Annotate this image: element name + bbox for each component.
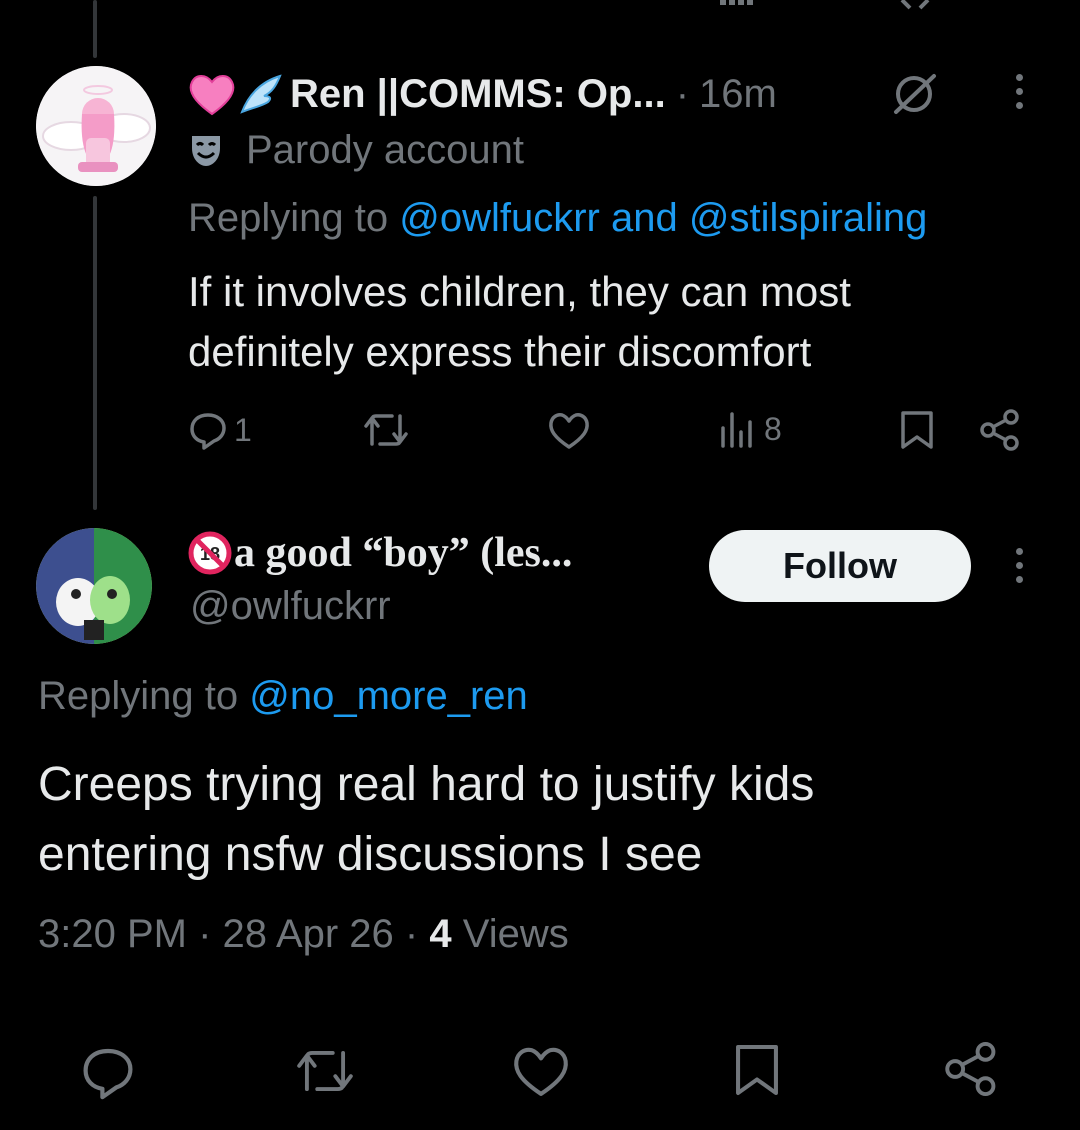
share-icon [980, 409, 1019, 451]
timestamp[interactable]: 16m [699, 72, 777, 117]
reply-action[interactable] [80, 1044, 136, 1100]
views-action[interactable]: 8 [718, 410, 782, 448]
tweet-time[interactable]: 3:20 PM [38, 912, 187, 956]
retweet-icon [364, 414, 408, 446]
views-label: Views [462, 912, 569, 956]
heart-icon [514, 1047, 568, 1096]
retweet-icon [297, 1050, 353, 1092]
mention-owlfuckrr[interactable]: @owlfuckrr [399, 196, 600, 240]
views-count: 4 [429, 912, 452, 956]
no-under-18-icon: 18 [188, 531, 232, 575]
replying-prefix: Replying to [38, 674, 239, 718]
tweet-text-line: entering nsfw discussions I see [38, 828, 703, 881]
views-icon [721, 412, 752, 448]
like-action[interactable] [548, 412, 590, 450]
mask-icon [192, 136, 220, 166]
display-name[interactable]: a good “boy” (les... [234, 529, 572, 577]
bookmark-action[interactable] [900, 410, 934, 450]
mention-and: and [611, 196, 678, 240]
separator: · [404, 912, 419, 956]
bookmark-action[interactable] [734, 1042, 780, 1098]
top-partial-icon [900, 0, 930, 10]
share-icon [945, 1041, 996, 1097]
author-line: Ren ||COMMS: Op... · 16m [188, 68, 777, 120]
reply-count: 1 [234, 411, 252, 448]
thread-line-top [93, 0, 97, 58]
parody-label: Parody account [246, 127, 524, 172]
replying-to-line: Replying to @owlfuckrr and @stilspiralin… [188, 196, 927, 241]
tweet-text-line: Creeps trying real hard to justify kids [38, 758, 815, 811]
like-action[interactable] [512, 1046, 570, 1098]
retweet-action[interactable] [362, 412, 410, 448]
avatar[interactable] [36, 66, 156, 186]
tweet-text-line: If it involves children, they can most [188, 268, 851, 315]
replying-to-line: Replying to @no_more_ren [38, 674, 528, 719]
reply-icon [190, 413, 226, 450]
views-count: 8 [764, 410, 782, 447]
heart-icon [549, 413, 589, 449]
follow-button[interactable]: Follow [709, 530, 971, 602]
pink-heart-icon [189, 75, 235, 116]
tweet-meta: 3:20 PM · 28 Apr 26 · 4 Views [38, 912, 569, 957]
parody-badge: Parody account [188, 128, 524, 172]
bookmark-icon [736, 1044, 778, 1096]
tweet-text-line: definitely express their discomfort [188, 328, 812, 375]
handle[interactable]: @owlfuckrr [190, 584, 391, 629]
thread-line-middle [93, 196, 97, 510]
mention-no-more-ren[interactable]: @no_more_ren [249, 674, 528, 718]
tweet-text: If it involves children, they can most d… [188, 262, 851, 382]
retweet-action[interactable] [294, 1046, 356, 1096]
separator: · [675, 71, 690, 116]
more-icon[interactable] [1016, 548, 1023, 583]
replying-prefix: Replying to [188, 196, 389, 240]
top-partial-icon [720, 0, 756, 6]
bookmark-icon [901, 411, 933, 449]
share-action[interactable] [942, 1040, 1000, 1098]
avatar[interactable] [36, 528, 152, 644]
tweet-date[interactable]: 28 Apr 26 [223, 912, 394, 956]
grok-icon[interactable] [888, 72, 942, 116]
mention-stilspiraling[interactable]: @stilspiraling [689, 196, 927, 240]
share-action[interactable] [978, 408, 1022, 452]
separator: · [198, 912, 212, 956]
author-name-line: 18 a good “boy” (les... [188, 528, 572, 578]
tweet-text: Creeps trying real hard to justify kids … [38, 750, 814, 890]
wing-icon [240, 74, 282, 114]
reply-icon [83, 1048, 133, 1100]
reply-action[interactable]: 1 [188, 410, 252, 450]
display-name[interactable]: Ren ||COMMS: Op... [290, 72, 666, 117]
more-icon[interactable] [1016, 74, 1023, 109]
